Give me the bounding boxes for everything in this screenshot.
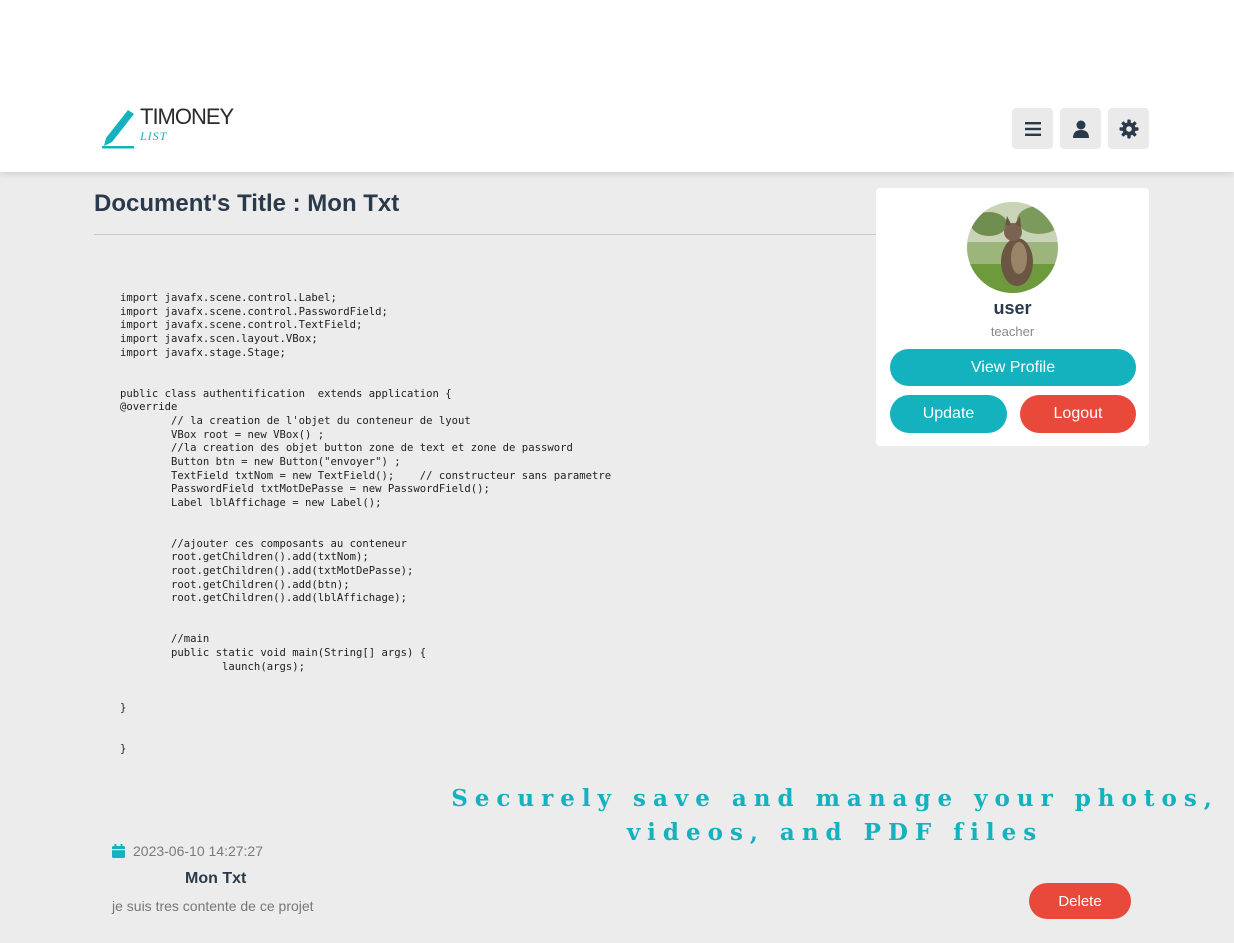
item-date: 2023-06-10 14:27:27 [112, 843, 263, 859]
profile-role: teacher [990, 324, 1035, 339]
update-button[interactable]: Update [890, 395, 1007, 433]
item-title: Mon Txt [185, 870, 247, 887]
item-date-text: 2023-06-10 14:27:27 [133, 843, 263, 859]
avatar [967, 202, 1058, 293]
title-divider [94, 234, 884, 235]
cat-photo-icon [967, 202, 1058, 293]
profile-name: user [993, 298, 1032, 318]
menu-button[interactable] [1012, 108, 1053, 149]
pen-icon [102, 110, 134, 149]
view-profile-button[interactable]: View Profile [890, 349, 1136, 386]
gear-icon [1119, 119, 1138, 138]
tagline: Securely save and manage your photos, vi… [451, 785, 1219, 846]
brand-name: TIMONEY [140, 104, 234, 129]
account-button[interactable] [1060, 108, 1101, 149]
top-navbar: TIMONEY LIST [0, 0, 1234, 172]
item-description: je suis tres contente de ce projet [112, 898, 314, 914]
calendar-icon [112, 844, 125, 858]
delete-button[interactable]: Delete [1029, 883, 1131, 919]
logout-button[interactable]: Logout [1020, 395, 1136, 433]
settings-button[interactable] [1108, 108, 1149, 149]
document-content: import javafx.scene.control.Label; impor… [120, 292, 612, 755]
brand-logo[interactable]: TIMONEY LIST [100, 104, 240, 152]
brand-sub: LIST [140, 129, 168, 143]
bars-icon [1024, 121, 1041, 136]
profile-card: user teacher View Profile Update Logout [876, 188, 1149, 446]
document-title: Document's Title : Mon Txt [94, 190, 400, 217]
user-icon [1072, 120, 1089, 138]
